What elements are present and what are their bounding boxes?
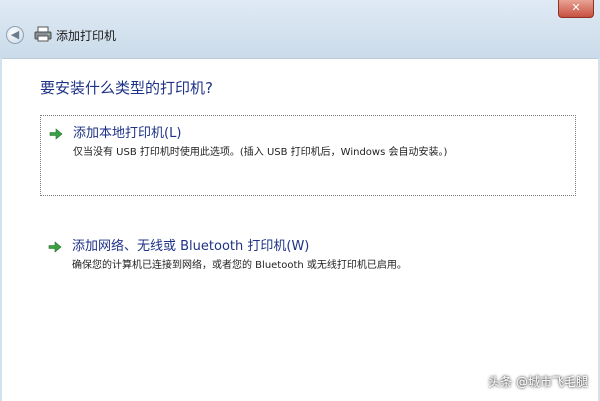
- add-network-printer-description: 确保您的计算机已连接到网络，或者您的 Bluetooth 或无线打印机已启用。: [72, 260, 407, 271]
- add-network-printer-option[interactable]: 添加网络、无线或 Bluetooth 打印机(W) 确保您的计算机已连接到网络，…: [40, 229, 576, 279]
- green-arrow-icon: [49, 128, 63, 140]
- close-button[interactable]: ✕: [558, 0, 594, 18]
- add-local-printer-description: 仅当没有 USB 打印机时使用此选项。(插入 USB 打印机后，Windows …: [73, 147, 448, 158]
- window-title: 添加打印机: [56, 29, 117, 43]
- wizard-content: 要安装什么类型的打印机? 添加本地打印机(L) 仅当没有 USB 打印机时使用此…: [2, 58, 598, 401]
- watermark: 头条 @城市飞毛腿: [488, 375, 588, 389]
- back-button[interactable]: ◀: [6, 26, 24, 44]
- green-arrow-icon: [48, 241, 62, 253]
- add-local-printer-option[interactable]: 添加本地打印机(L) 仅当没有 USB 打印机时使用此选项。(插入 USB 打印…: [40, 115, 576, 196]
- add-local-printer-title: 添加本地打印机(L): [73, 126, 182, 141]
- title-bar: ✕ ◀ 添加打印机: [0, 0, 600, 58]
- add-network-printer-title: 添加网络、无线或 Bluetooth 打印机(W): [72, 239, 310, 254]
- page-heading: 要安装什么类型的打印机?: [40, 79, 213, 97]
- printer-icon: [34, 26, 52, 42]
